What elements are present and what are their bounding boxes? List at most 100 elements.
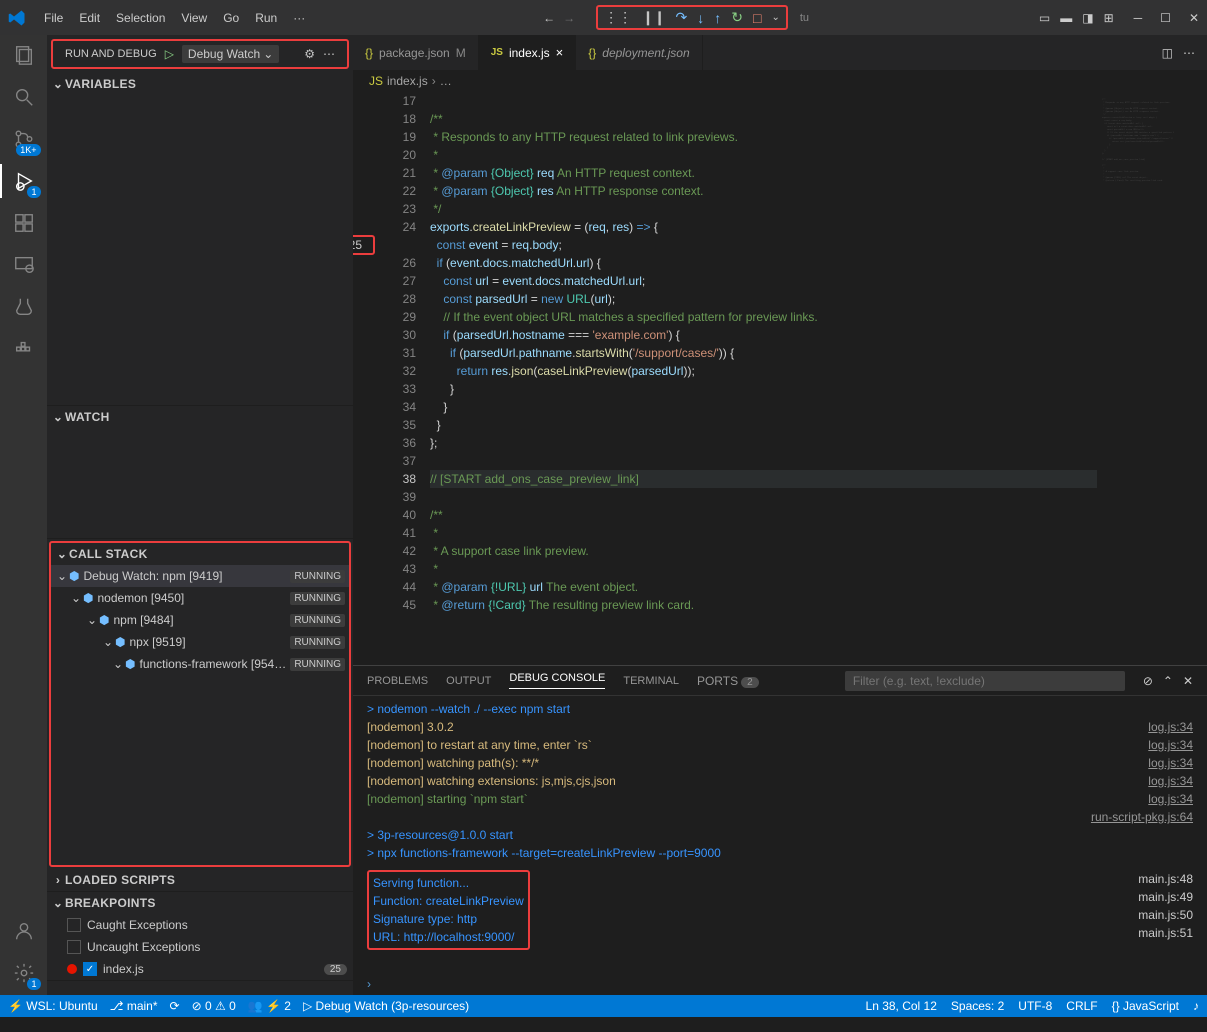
source-control-icon[interactable]: 1K+ xyxy=(12,127,36,151)
drag-handle-icon[interactable]: ⋮⋮ xyxy=(604,9,632,26)
collapse-icon[interactable]: ⌃ xyxy=(1163,674,1173,688)
menu-selection[interactable]: Selection xyxy=(108,6,173,30)
code-editor[interactable]: 25 1718192021222324252627282930313233343… xyxy=(353,92,1097,665)
run-debug-icon[interactable]: 1 xyxy=(12,169,36,193)
encoding-status[interactable]: UTF-8 xyxy=(1018,999,1052,1013)
bp-caught-row[interactable]: Caught Exceptions xyxy=(47,914,353,936)
tab-debug-console[interactable]: DEBUG CONSOLE xyxy=(509,672,605,689)
split-editor-icon[interactable]: ◫ xyxy=(1162,46,1173,60)
settings-icon[interactable]: 1 xyxy=(12,961,36,985)
console-input[interactable]: › xyxy=(353,973,1207,995)
source-link[interactable]: log.js:34 xyxy=(1148,736,1193,754)
menu-bar: FileEditSelectionViewGoRun··· xyxy=(36,6,313,30)
sidebar-icon[interactable]: ◨ xyxy=(1082,11,1093,25)
clear-icon[interactable]: ⊘ xyxy=(1143,674,1153,688)
back-icon[interactable]: ← xyxy=(543,11,555,25)
tab-deployment.json[interactable]: {} deployment.json xyxy=(576,35,702,70)
more-actions-icon[interactable]: ⋯ xyxy=(1183,46,1195,60)
account-icon[interactable] xyxy=(12,919,36,943)
stop-icon[interactable]: □ xyxy=(753,10,761,26)
variables-header[interactable]: ⌄VARIABLES xyxy=(47,73,353,95)
docker-icon[interactable] xyxy=(12,337,36,361)
loaded-scripts-header[interactable]: ›LOADED SCRIPTS xyxy=(47,869,353,891)
tab-ports[interactable]: PORTS 2 xyxy=(697,674,759,688)
close-tab-icon[interactable]: × xyxy=(556,45,564,60)
forward-icon[interactable]: → xyxy=(563,11,575,25)
tab-index.js[interactable]: JS index.js × xyxy=(479,35,577,70)
indent-status[interactable]: Spaces: 2 xyxy=(951,999,1004,1013)
source-link[interactable]: log.js:34 xyxy=(1148,754,1193,772)
bp-uncaught-row[interactable]: Uncaught Exceptions xyxy=(47,936,353,958)
eol-status[interactable]: CRLF xyxy=(1066,999,1097,1013)
debug-config-select[interactable]: Debug Watch ⌄ xyxy=(182,45,279,63)
callstack-item[interactable]: ⌄⬢npm [9484]RUNNING xyxy=(51,609,349,631)
remote-indicator[interactable]: ⚡ WSL: Ubuntu xyxy=(8,999,98,1013)
breadcrumb[interactable]: JS index.js › … xyxy=(353,70,1207,92)
chevron-down-icon[interactable]: ⌄ xyxy=(771,12,779,23)
search-hint[interactable]: tu xyxy=(800,12,809,24)
menu-view[interactable]: View xyxy=(173,6,215,30)
source-link[interactable]: main.js:51 xyxy=(1138,924,1193,942)
menu-file[interactable]: File xyxy=(36,6,71,30)
maximize-icon[interactable]: ☐ xyxy=(1160,11,1171,25)
search-icon[interactable] xyxy=(12,85,36,109)
step-over-icon[interactable]: ↷ xyxy=(676,9,688,26)
source-link[interactable]: main.js:50 xyxy=(1138,906,1193,924)
tab-output[interactable]: OUTPUT xyxy=(446,675,491,687)
git-branch[interactable]: ⎇ main* xyxy=(110,999,158,1013)
source-link[interactable]: log.js:34 xyxy=(1148,718,1193,736)
testing-icon[interactable] xyxy=(12,295,36,319)
panel-icon[interactable]: ▬ xyxy=(1060,11,1072,25)
callstack-item[interactable]: ⌄⬢functions-framework [954…RUNNING xyxy=(51,653,349,675)
source-link[interactable]: log.js:34 xyxy=(1148,772,1193,790)
checkbox-icon[interactable]: ✓ xyxy=(83,962,97,976)
debug-status[interactable]: ▷ Debug Watch (3p-resources) xyxy=(303,999,469,1013)
tab-terminal[interactable]: TERMINAL xyxy=(623,675,679,687)
pause-icon[interactable]: ❙❙ xyxy=(642,9,665,26)
problems-status[interactable]: ⊘ 0 ⚠ 0 xyxy=(192,999,236,1013)
menu-···[interactable]: ··· xyxy=(285,6,313,30)
minimize-icon[interactable]: ─ xyxy=(1134,11,1143,25)
cursor-position[interactable]: Ln 38, Col 12 xyxy=(866,999,937,1013)
start-debug-icon[interactable]: ▷ xyxy=(165,47,174,61)
checkbox-icon[interactable] xyxy=(67,918,81,932)
status-bar: ⚡ WSL: Ubuntu ⎇ main* ⟳ ⊘ 0 ⚠ 0 👥 ⚡ 2 ▷ … xyxy=(0,995,1207,1017)
callstack-item[interactable]: ⌄⬢Debug Watch: npm [9419]RUNNING xyxy=(51,565,349,587)
close-icon[interactable]: ✕ xyxy=(1189,11,1199,25)
watch-header[interactable]: ⌄WATCH xyxy=(47,406,353,428)
ports-status[interactable]: 👥 ⚡ 2 xyxy=(248,999,291,1013)
run-debug-label: RUN AND DEBUG xyxy=(65,48,157,60)
customize-icon[interactable]: ⊞ xyxy=(1104,11,1114,25)
debug-console-output[interactable]: > nodemon --watch ./ --exec npm start[no… xyxy=(353,696,1207,973)
step-out-icon[interactable]: ↑ xyxy=(714,10,721,26)
menu-go[interactable]: Go xyxy=(215,6,247,30)
console-filter-input[interactable] xyxy=(845,671,1125,691)
bp-file-row[interactable]: ✓index.js25 xyxy=(47,958,353,980)
close-panel-icon[interactable]: ✕ xyxy=(1183,674,1193,688)
language-status[interactable]: {} JavaScript xyxy=(1112,999,1179,1013)
feedback-icon[interactable]: ♪ xyxy=(1193,999,1199,1013)
explorer-icon[interactable] xyxy=(12,43,36,67)
source-link[interactable]: run-script-pkg.js:64 xyxy=(1091,808,1193,826)
sync-icon[interactable]: ⟳ xyxy=(170,999,180,1013)
restart-icon[interactable]: ↻ xyxy=(731,9,743,26)
more-icon[interactable]: ⋯ xyxy=(323,47,335,61)
layout-icon[interactable]: ▭ xyxy=(1039,11,1050,25)
menu-edit[interactable]: Edit xyxy=(71,6,108,30)
checkbox-icon[interactable] xyxy=(67,940,81,954)
menu-run[interactable]: Run xyxy=(247,6,285,30)
callstack-item[interactable]: ⌄⬢npx [9519]RUNNING xyxy=(51,631,349,653)
step-into-icon[interactable]: ↓ xyxy=(697,10,704,26)
source-link[interactable]: log.js:34 xyxy=(1148,790,1193,808)
breakpoints-header[interactable]: ⌄BREAKPOINTS xyxy=(47,892,353,914)
remote-icon[interactable] xyxy=(12,253,36,277)
tab-package.json[interactable]: {} package.json M xyxy=(353,35,479,70)
gear-icon[interactable]: ⚙ xyxy=(304,47,315,61)
minimap[interactable]: /** * Responds to any HTTP request relat… xyxy=(1097,92,1207,665)
callstack-header[interactable]: ⌄CALL STACK xyxy=(51,543,349,565)
extensions-icon[interactable] xyxy=(12,211,36,235)
source-link[interactable]: main.js:48 xyxy=(1138,870,1193,888)
source-link[interactable]: main.js:49 xyxy=(1138,888,1193,906)
tab-problems[interactable]: PROBLEMS xyxy=(367,675,428,687)
callstack-item[interactable]: ⌄⬢nodemon [9450]RUNNING xyxy=(51,587,349,609)
